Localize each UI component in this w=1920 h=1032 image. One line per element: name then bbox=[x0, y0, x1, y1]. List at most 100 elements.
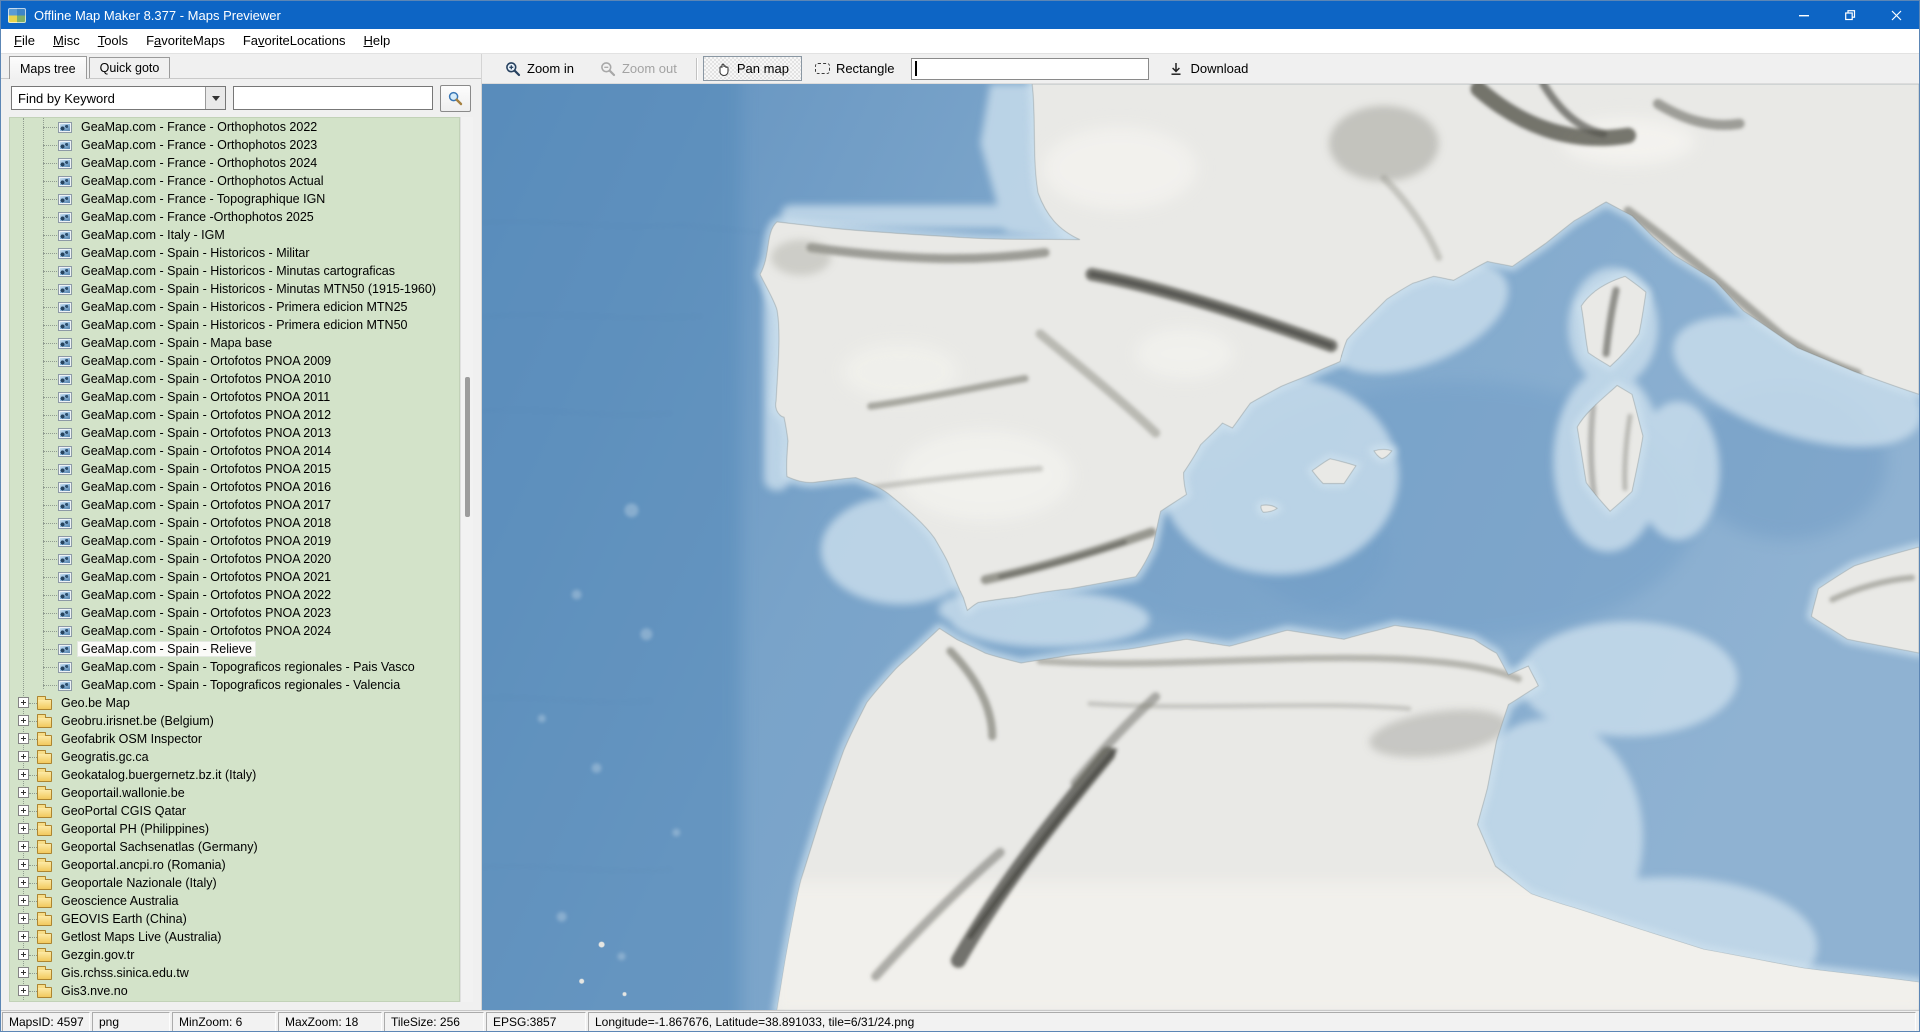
tree-item[interactable]: GeaMap.com - Spain - Ortofotos PNOA 2010 bbox=[10, 370, 459, 388]
menu-favoritemaps[interactable]: FavoriteMaps bbox=[137, 29, 234, 53]
expand-plus-icon[interactable] bbox=[18, 877, 29, 888]
tree-item[interactable]: GeaMap.com - Italy - IGM bbox=[10, 226, 459, 244]
expand-plus-icon[interactable] bbox=[18, 895, 29, 906]
tree-item[interactable]: GeaMap.com - Spain - Ortofotos PNOA 2017 bbox=[10, 496, 459, 514]
tree-item[interactable]: GeaMap.com - Spain - Ortofotos PNOA 2020 bbox=[10, 550, 459, 568]
combo-dropdown-button[interactable] bbox=[205, 87, 225, 109]
tree-item[interactable]: GeaMap.com - France - Orthophotos 2022 bbox=[10, 118, 459, 136]
tree-item[interactable]: GeaMap.com - Spain - Topograficos region… bbox=[10, 676, 459, 694]
tree-item[interactable]: Geoportale Nazionale (Italy) bbox=[10, 874, 459, 892]
tree-item[interactable]: GEOVIS Earth (China) bbox=[10, 910, 459, 928]
folder-icon bbox=[37, 897, 52, 908]
download-button[interactable]: Download bbox=[1155, 56, 1261, 81]
tree-item[interactable]: Geoportal Sachsenatlas (Germany) bbox=[10, 838, 459, 856]
tree-item[interactable]: GeaMap.com - Spain - Ortofotos PNOA 2013 bbox=[10, 424, 459, 442]
map-tree: GeaMap.com - France - Orthophotos 2022Ge… bbox=[9, 117, 460, 1002]
expand-plus-icon[interactable] bbox=[18, 715, 29, 726]
tree-item[interactable]: GeaMap.com - Spain - Ortofotos PNOA 2018 bbox=[10, 514, 459, 532]
tree-item[interactable]: GeoPortal CGIS Qatar bbox=[10, 802, 459, 820]
tree-item[interactable]: GeaMap.com - Spain - Ortofotos PNOA 2009 bbox=[10, 352, 459, 370]
tree-item[interactable]: GeaMap.com - France -Orthophotos 2025 bbox=[10, 208, 459, 226]
tree-item[interactable]: GeaMap.com - Spain - Ortofotos PNOA 2024 bbox=[10, 622, 459, 640]
menu-help[interactable]: Help bbox=[354, 29, 399, 53]
tree-item[interactable]: GeaMap.com - France - Orthophotos 2023 bbox=[10, 136, 459, 154]
close-button[interactable] bbox=[1873, 1, 1919, 29]
download-range-input[interactable] bbox=[911, 58, 1149, 80]
expand-plus-icon[interactable] bbox=[18, 949, 29, 960]
expand-plus-icon[interactable] bbox=[18, 913, 29, 924]
tree-item[interactable]: GeaMap.com - Spain - Historicos - Primer… bbox=[10, 316, 459, 334]
expand-plus-icon[interactable] bbox=[18, 841, 29, 852]
expand-plus-icon[interactable] bbox=[18, 787, 29, 798]
expand-plus-icon[interactable] bbox=[18, 805, 29, 816]
tree-item[interactable]: Geoportal.ancpi.ro (Romania) bbox=[10, 856, 459, 874]
tree-scrollbar[interactable] bbox=[460, 117, 473, 1002]
tab-maps-tree[interactable]: Maps tree bbox=[9, 56, 87, 79]
menu-file[interactable]: File bbox=[5, 29, 44, 53]
map-viewport[interactable] bbox=[482, 84, 1919, 1010]
tree-item[interactable]: GeaMap.com - Spain - Historicos - Minuta… bbox=[10, 280, 459, 298]
tab-quick-goto[interactable]: Quick goto bbox=[89, 57, 171, 78]
menu-favoritelocations[interactable]: FavoriteLocations bbox=[234, 29, 355, 53]
zoom-in-button[interactable]: Zoom in bbox=[492, 56, 587, 81]
expand-plus-icon[interactable] bbox=[18, 985, 29, 996]
tree-item[interactable]: Gezgin.gov.tr bbox=[10, 946, 459, 964]
search-icon bbox=[447, 90, 464, 107]
expand-plus-icon[interactable] bbox=[18, 697, 29, 708]
tree-item[interactable]: Gis3.nve.no bbox=[10, 982, 459, 1000]
tree-item[interactable]: Gis.rchss.sinica.edu.tw bbox=[10, 964, 459, 982]
tree-item[interactable]: Geoscience Australia bbox=[10, 892, 459, 910]
tree-item[interactable]: GeaMap.com - Spain - Ortofotos PNOA 2011 bbox=[10, 388, 459, 406]
tree-item[interactable]: Geogratis.gc.ca bbox=[10, 748, 459, 766]
tree-item[interactable]: GeaMap.com - Spain - Mapa base bbox=[10, 334, 459, 352]
menu-tools[interactable]: Tools bbox=[89, 29, 137, 53]
expand-plus-icon[interactable] bbox=[18, 733, 29, 744]
expand-plus-icon[interactable] bbox=[18, 967, 29, 978]
pan-map-button[interactable]: Pan map bbox=[703, 56, 802, 81]
tree-item[interactable]: GeaMap.com - Spain - Relieve bbox=[10, 640, 459, 658]
restore-button[interactable] bbox=[1827, 1, 1873, 29]
expand-plus-icon[interactable] bbox=[18, 931, 29, 942]
tree-item[interactable]: Geoportail.wallonie.be bbox=[10, 784, 459, 802]
tree-item[interactable]: Geo.be Map bbox=[10, 694, 459, 712]
expand-plus-icon[interactable] bbox=[18, 769, 29, 780]
rectangle-select-icon bbox=[815, 63, 830, 74]
tree-scrollbar-thumb[interactable] bbox=[465, 377, 470, 517]
tree-item[interactable]: GeaMap.com - France - Topographique IGN bbox=[10, 190, 459, 208]
tree-item[interactable]: GeaMap.com - France - Orthophotos Actual bbox=[10, 172, 459, 190]
tree-item[interactable]: Geokatalog.buergernetz.bz.it (Italy) bbox=[10, 766, 459, 784]
tree-item[interactable]: Geofabrik OSM Inspector bbox=[10, 730, 459, 748]
expand-plus-icon[interactable] bbox=[18, 751, 29, 762]
expand-plus-icon[interactable] bbox=[18, 823, 29, 834]
zoom-out-button[interactable]: Zoom out bbox=[587, 56, 690, 81]
window-title: Offline Map Maker 8.377 - Maps Previewer bbox=[34, 8, 281, 23]
tree-item[interactable]: GeaMap.com - Spain - Ortofotos PNOA 2022 bbox=[10, 586, 459, 604]
status-segment: MaxZoom: 18 bbox=[278, 1012, 382, 1032]
tree-item[interactable]: GeaMap.com - France - Orthophotos 2024 bbox=[10, 154, 459, 172]
tree-item[interactable]: GeaMap.com - Spain - Ortofotos PNOA 2012 bbox=[10, 406, 459, 424]
tree-item[interactable]: GeaMap.com - Spain - Historicos - Milita… bbox=[10, 244, 459, 262]
tree-item[interactable]: GeaMap.com - Spain - Ortofotos PNOA 2015 bbox=[10, 460, 459, 478]
map-previewer-panel: Zoom in Zoom out Pan map bbox=[482, 54, 1919, 1010]
tree-item[interactable]: Geoportal PH (Philippines) bbox=[10, 820, 459, 838]
minimize-button[interactable] bbox=[1781, 1, 1827, 29]
tree-item[interactable]: GeaMap.com - Spain - Ortofotos PNOA 2023 bbox=[10, 604, 459, 622]
expand-plus-icon[interactable] bbox=[18, 859, 29, 870]
find-mode-combobox[interactable]: Find by Keyword bbox=[11, 86, 226, 110]
tree-item[interactable]: GeaMap.com - Spain - Ortofotos PNOA 2019 bbox=[10, 532, 459, 550]
rectangle-button[interactable]: Rectangle bbox=[802, 56, 908, 81]
tree-item[interactable]: GeaMap.com - Spain - Ortofotos PNOA 2016 bbox=[10, 478, 459, 496]
tree-item[interactable]: Getlost Maps Live (Australia) bbox=[10, 928, 459, 946]
tree-item[interactable]: GeaMap.com - Spain - Historicos - Minuta… bbox=[10, 262, 459, 280]
tree-item[interactable]: GeaMap.com - Spain - Topograficos region… bbox=[10, 658, 459, 676]
tree-item[interactable]: GeaMap.com - Spain - Ortofotos PNOA 2014 bbox=[10, 442, 459, 460]
tree-item[interactable]: GeaMap.com - Spain - Historicos - Primer… bbox=[10, 298, 459, 316]
rectangle-label: Rectangle bbox=[836, 61, 895, 76]
menu-misc[interactable]: Misc bbox=[44, 29, 89, 53]
keyword-input[interactable] bbox=[233, 86, 433, 110]
tree-item[interactable]: Geobru.irisnet.be (Belgium) bbox=[10, 712, 459, 730]
close-icon bbox=[1891, 10, 1902, 21]
search-button[interactable] bbox=[440, 85, 471, 112]
zoom-in-icon bbox=[505, 61, 521, 77]
tree-item[interactable]: GeaMap.com - Spain - Ortofotos PNOA 2021 bbox=[10, 568, 459, 586]
